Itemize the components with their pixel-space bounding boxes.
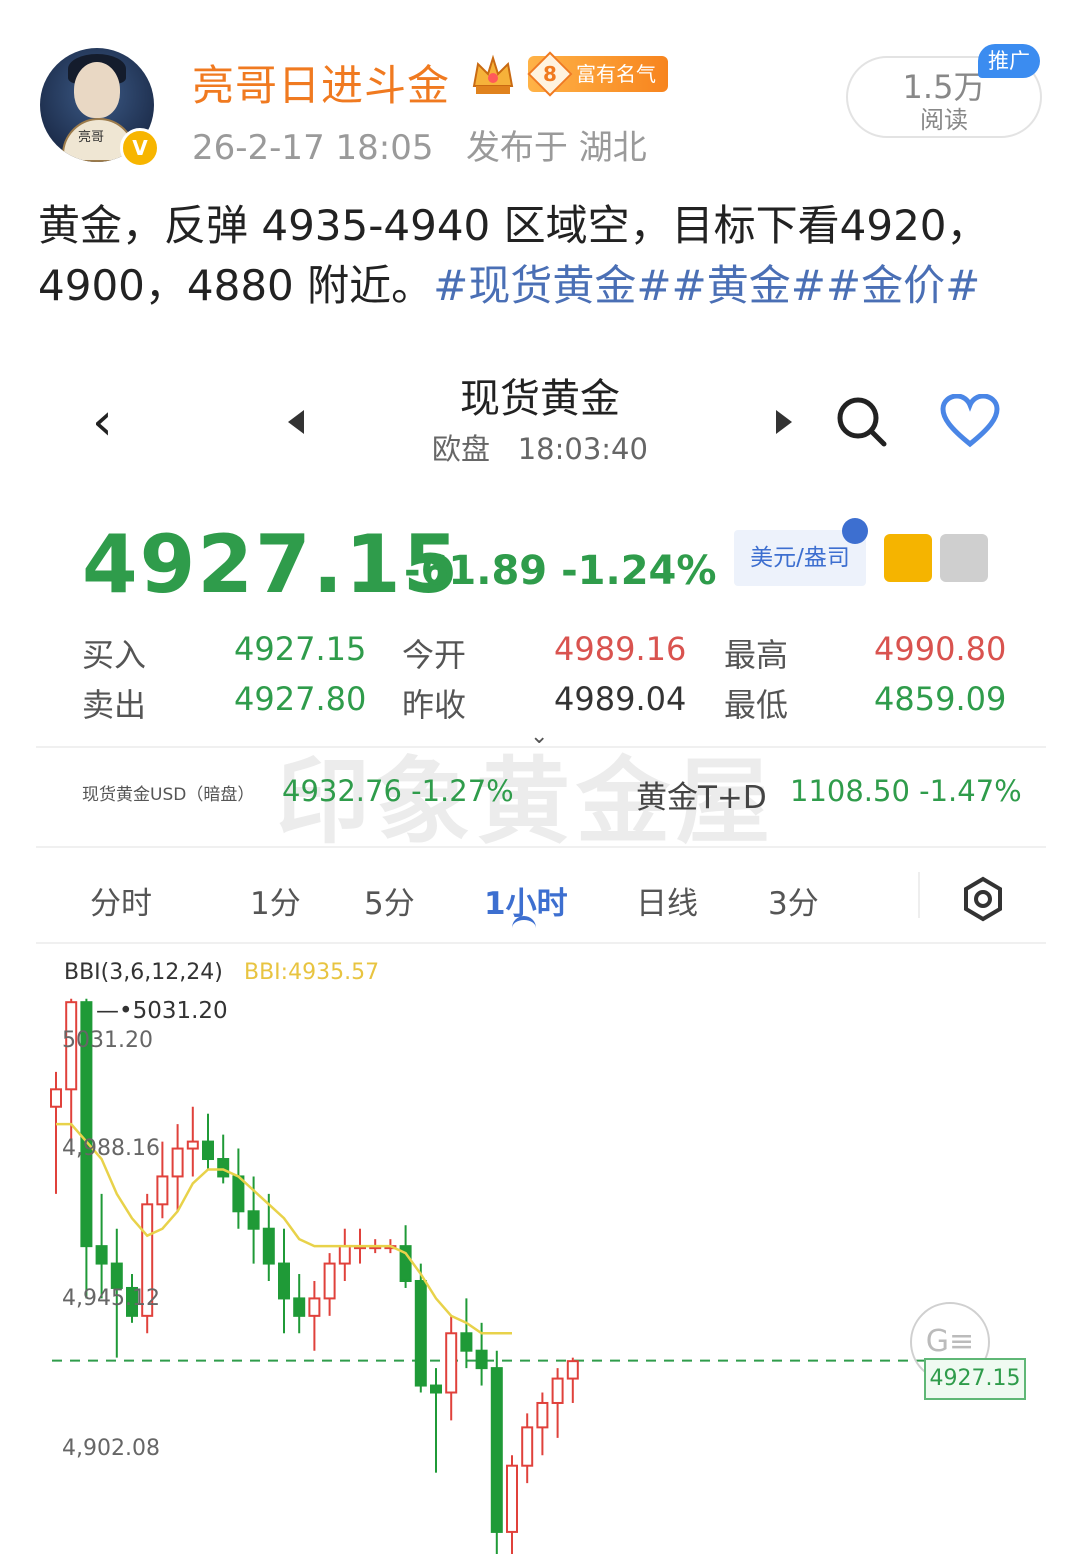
post-meta: 26-2-17 18:05 发布于 湖北 [192, 120, 647, 169]
ref2-value[interactable]: 1108.50 -1.47% [790, 774, 1022, 808]
ref1-value[interactable]: 4932.76 -1.27% [282, 774, 514, 808]
candle-body [536, 1401, 549, 1429]
y-tick-label: 4,988.16 [62, 1136, 160, 1161]
fortune-label: 富有名气 [576, 62, 656, 86]
open-value: 4989.16 [554, 630, 687, 668]
ref1-label: 现货黄金USD（暗盘） [82, 785, 255, 805]
fortune-level: 8 [543, 62, 557, 86]
tab-intraday[interactable]: 分时 [90, 878, 152, 923]
chart-settings-icon[interactable] [960, 876, 1006, 922]
divider [36, 942, 1046, 944]
candle-body [566, 1360, 579, 1380]
post-timestamp: 26-2-17 18:05 [192, 128, 434, 168]
hashtag-links[interactable]: #现货黄金##黄金##金价# [433, 261, 980, 310]
candle-body [521, 1426, 534, 1467]
ref2-label: 黄金T+D [636, 780, 767, 816]
divider [36, 846, 1046, 848]
quote-time: 18:03:40 [517, 432, 648, 466]
tab-1min[interactable]: 1分 [250, 878, 301, 923]
candle-body [551, 1377, 564, 1404]
read-label: 阅读 [920, 106, 968, 134]
candle-body [323, 1262, 336, 1300]
candle-body [278, 1262, 290, 1300]
username[interactable]: 亮哥日进斗金 [192, 52, 450, 113]
low-label: 最低 [724, 686, 789, 724]
candle-body [338, 1245, 351, 1265]
candle-body [95, 1245, 108, 1265]
refresh-icon[interactable] [884, 534, 932, 582]
y-tick-label: 4,945.12 [62, 1286, 160, 1311]
candle-body [262, 1227, 275, 1265]
candle-body [490, 1367, 503, 1533]
fortune-badge[interactable]: 8 富有名气 [527, 51, 668, 97]
next-instrument-icon[interactable] [776, 410, 792, 434]
candle-body [460, 1332, 473, 1352]
verified-icon: V [120, 128, 160, 168]
candle-body [293, 1297, 306, 1317]
change-pct: -1.24% [561, 548, 717, 594]
sell-value: 4927.80 [234, 680, 367, 718]
favorite-heart-icon[interactable] [940, 394, 1000, 448]
tab-daily[interactable]: 日线 [636, 878, 698, 923]
high-value: 4990.80 [874, 630, 1007, 668]
session-label: 欧盘 [432, 432, 491, 466]
low-value: 4859.09 [874, 680, 1007, 718]
search-icon[interactable] [834, 394, 890, 450]
promo-badge: 推广 [978, 44, 1040, 78]
crown-icon [472, 54, 514, 94]
buy-label: 买入 [82, 636, 147, 674]
price-change: -61.89 -1.24% [404, 548, 716, 594]
tab-5min[interactable]: 5分 [364, 878, 415, 923]
unit-switch-icon [842, 518, 868, 544]
sell-label: 卖出 [82, 686, 147, 724]
bbi-label: BBI(3,6,12,24) [64, 960, 223, 985]
candle-body [156, 1175, 169, 1206]
tab-separator [918, 872, 920, 918]
avatar-text: 亮哥 [78, 130, 105, 145]
current-price-tag: 4927.15 [924, 1358, 1026, 1400]
candle-body [171, 1147, 184, 1178]
candle-body [475, 1349, 488, 1370]
high-label: 最高 [724, 636, 789, 674]
candle-body [445, 1332, 458, 1394]
candle-body [247, 1210, 260, 1230]
instrument-title: 现货黄金 [460, 376, 620, 422]
session-time: 欧盘 18:03:40 [0, 426, 1080, 468]
candle-body [430, 1384, 442, 1394]
post-location: 发布于 湖北 [465, 128, 647, 168]
open-label: 今开 [402, 636, 467, 674]
prev-close-label: 昨收 [402, 686, 467, 724]
tab-3min[interactable]: 3分 [768, 878, 819, 923]
candle-body [217, 1158, 230, 1178]
change-abs: -61.89 [404, 548, 548, 594]
post-text: 黄金，反弹 4935-4940 区域空，目标下看4920，4900，4880 附… [38, 196, 1048, 316]
buy-value: 4927.15 [234, 630, 367, 668]
candle-body [308, 1297, 321, 1317]
candle-body [110, 1262, 123, 1289]
candle-body [186, 1140, 199, 1150]
bbi-value: BBI:4935.57 [244, 960, 380, 985]
candle-body [202, 1140, 214, 1161]
candle-body [232, 1175, 245, 1213]
avatar-face [74, 62, 120, 118]
y-tick-label: 5031.20 [62, 1028, 153, 1053]
candle-body [50, 1088, 62, 1108]
candle-body [414, 1279, 427, 1387]
candle-body [506, 1464, 518, 1533]
candlestick-chart[interactable] [0, 990, 1080, 1554]
prev-close-value: 4989.04 [554, 680, 687, 718]
y-tick-label: 4,902.08 [62, 1436, 160, 1461]
settings-toggle-icon[interactable] [940, 534, 988, 582]
